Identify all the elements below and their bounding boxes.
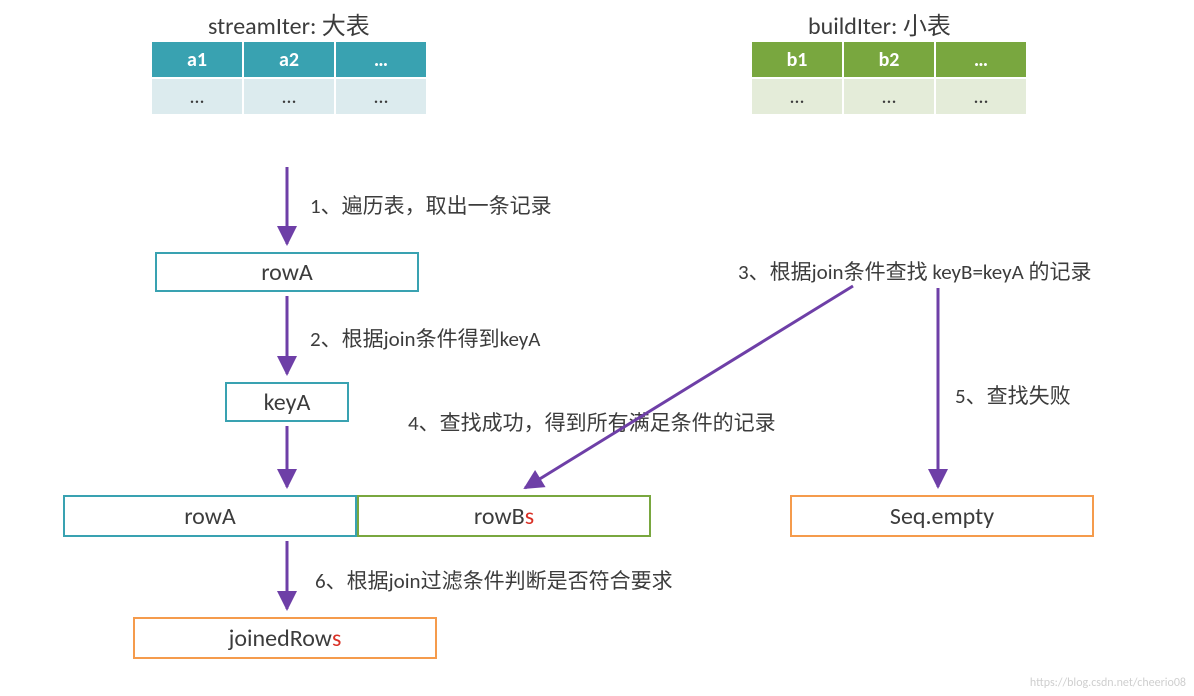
- title-stream: streamIter: 大表: [208, 6, 370, 41]
- box-rowBs: rowBs: [357, 495, 651, 537]
- step-5: 5、查找失败: [955, 380, 1071, 410]
- table-a-header: a2: [243, 41, 335, 78]
- table-b-header: …: [935, 41, 1027, 78]
- table-b-cell: …: [751, 78, 843, 115]
- table-a-cell: …: [243, 78, 335, 115]
- step-6: 6、根据join过滤条件判断是否符合要求: [315, 565, 673, 595]
- table-a-header: a1: [151, 41, 243, 78]
- table-b-cell: …: [843, 78, 935, 115]
- table-build: b1 b2 … … … …: [750, 40, 1028, 116]
- table-b-cell: …: [935, 78, 1027, 115]
- box-joined-rows: joinedRows: [133, 617, 437, 659]
- box-seq-empty: Seq.empty: [790, 495, 1094, 537]
- table-a-header: …: [335, 41, 427, 78]
- table-a-cell: …: [335, 78, 427, 115]
- step-3: 3、根据join条件查找 keyB=keyA 的记录: [738, 256, 1092, 286]
- box-keyA: keyA: [225, 382, 349, 422]
- joined-suffix: s: [332, 624, 341, 653]
- box-rowA-2: rowA: [63, 495, 357, 537]
- step-1: 1、遍历表，取出一条记录: [310, 190, 552, 220]
- table-stream: a1 a2 … … … …: [150, 40, 428, 116]
- table-b-header: b2: [843, 41, 935, 78]
- box-rowA-1: rowA: [155, 252, 419, 292]
- joined-prefix: joinedRow: [229, 624, 332, 653]
- arrow-3: [525, 286, 853, 488]
- rowBs-prefix: rowB: [474, 502, 525, 531]
- table-b-header: b1: [751, 41, 843, 78]
- rowBs-suffix: s: [525, 502, 534, 531]
- step-2: 2、根据join条件得到keyA: [310, 323, 540, 353]
- table-a-cell: …: [151, 78, 243, 115]
- title-build: buildIter: 小表: [808, 6, 951, 41]
- step-4: 4、查找成功，得到所有满足条件的记录: [408, 407, 776, 437]
- watermark: https://blog.csdn.net/cheerio08: [1030, 676, 1186, 690]
